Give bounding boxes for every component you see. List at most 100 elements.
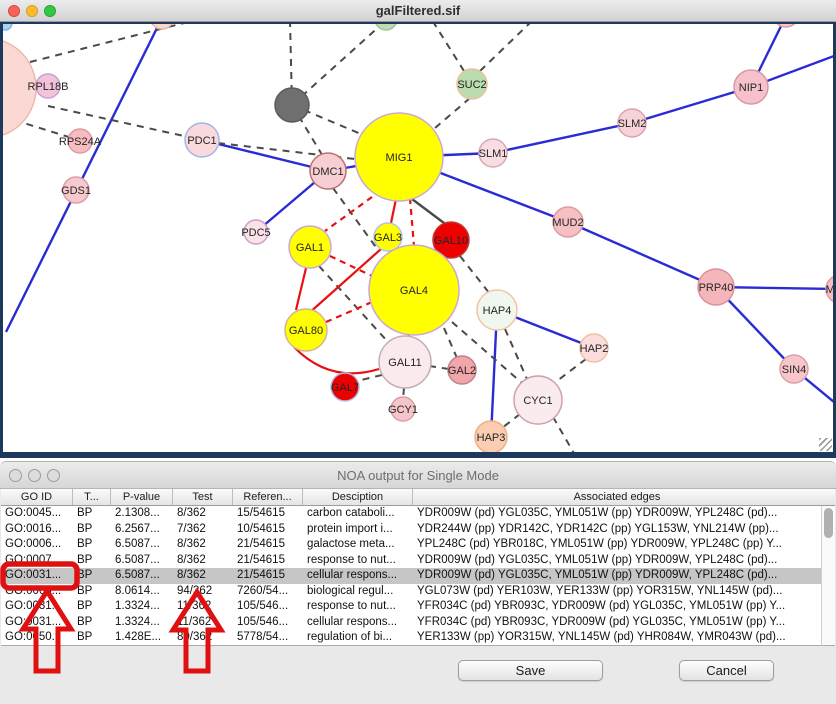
table-row[interactable]: GO:0065...BP8.0614...94/3627260/54...bio… [1, 584, 821, 600]
network-edge [480, 24, 533, 71]
network-node[interactable] [150, 24, 174, 29]
cell-description: cellular respons... [303, 615, 413, 631]
column-header-test[interactable]: Test [173, 489, 233, 505]
node-label: DMC1 [312, 166, 343, 178]
network-node[interactable] [375, 24, 397, 30]
cell-reference: 21/54615 [233, 537, 303, 553]
node-label: MIG1 [386, 152, 413, 164]
cell-test: 8/362 [173, 506, 233, 522]
cell-reference: 10/54615 [233, 522, 303, 538]
cell-description: response to nut... [303, 599, 413, 615]
scrollbar-thumb[interactable] [824, 508, 833, 538]
window-title: galFiltered.sif [0, 3, 836, 18]
node-label: GAL2 [448, 365, 476, 377]
cell-type: BP [73, 522, 111, 538]
network-edge [292, 24, 382, 105]
noa-window-title: NOA output for Single Mode [0, 468, 836, 483]
node-label: MSL5 [826, 284, 833, 296]
network-canvas[interactable]: RPL18BRPS24AGDS1PDC1DMC1MIG1SUC2SLM1SLM2… [0, 22, 836, 458]
cell-reference: 105/546... [233, 599, 303, 615]
network-edge [218, 143, 372, 161]
column-header-p_value[interactable]: P-value [111, 489, 173, 505]
table-header[interactable]: GO IDT...P-valueTestReferen...Desciption… [1, 489, 835, 506]
node-label: PDC5 [241, 227, 270, 239]
network-edge [330, 256, 372, 276]
network-node[interactable] [275, 88, 309, 122]
cell-test: 80/362 [173, 630, 233, 646]
cell-edges: YER133W (pp) YOR315W, YNL145W (pd) YHR08… [413, 630, 821, 646]
network-edge [30, 24, 196, 62]
node-label: CYC1 [523, 395, 552, 407]
network-edge [493, 123, 632, 153]
cell-go_id: GO:0045... [1, 506, 73, 522]
cell-reference: 21/54615 [233, 553, 303, 569]
cell-description: galactose meta... [303, 537, 413, 553]
network-edge [357, 375, 382, 381]
network-edge [326, 302, 372, 322]
table-row[interactable]: GO:0016...BP6.2567...7/36210/54615protei… [1, 522, 821, 538]
cell-edges: YDR009W (pd) YGL035C, YML051W (pp) YDR00… [413, 506, 821, 522]
network-edge [391, 199, 396, 223]
cell-go_id: GO:0031... [1, 599, 73, 615]
cell-type: BP [73, 584, 111, 600]
cell-edges: YDR009W (pd) YGL035C, YML051W (pp) YDR00… [413, 553, 821, 569]
table-row[interactable]: GO:0045...BP2.1308...8/36215/54615carbon… [1, 506, 821, 522]
cell-type: BP [73, 599, 111, 615]
cell-type: BP [73, 553, 111, 569]
column-header-reference[interactable]: Referen... [233, 489, 303, 505]
network-node[interactable] [3, 24, 12, 30]
cell-p_value: 6.2567... [111, 522, 173, 538]
cell-edges: YGL073W (pd) YER103W, YER133W (pp) YOR31… [413, 584, 821, 600]
cell-p_value: 1.3324... [111, 615, 173, 631]
cell-test: 7/362 [173, 522, 233, 538]
cell-edges: YDR009W (pd) YGL035C, YML051W (pp) YDR00… [413, 568, 821, 584]
network-edge [505, 329, 527, 379]
node-label: GAL11 [388, 357, 421, 369]
cell-go_id: GO:0007... [1, 553, 73, 569]
cell-edges: YFR034C (pd) YBR093C, YDR009W (pd) YGL03… [413, 599, 821, 615]
node-label: RPS24A [59, 136, 102, 148]
node-label: NIP1 [739, 82, 763, 94]
node-label: HAP2 [580, 343, 609, 355]
resize-handle-icon[interactable] [819, 438, 832, 451]
cell-type: BP [73, 630, 111, 646]
cell-type: BP [73, 568, 111, 584]
network-edge [432, 24, 464, 71]
table-row[interactable]: GO:0031...BP6.5087...8/36221/54615cellul… [1, 568, 821, 584]
cell-test: 8/362 [173, 553, 233, 569]
node-label: HAP3 [477, 432, 506, 444]
cell-test: 11/362 [173, 615, 233, 631]
node-label: GAL1 [296, 242, 324, 254]
node-label: SLM1 [479, 148, 508, 160]
column-header-description[interactable]: Desciption [303, 489, 413, 505]
cell-description: regulation of bi... [303, 630, 413, 646]
cell-description: protein import i... [303, 522, 413, 538]
column-header-type[interactable]: T... [73, 489, 111, 505]
network-node[interactable] [773, 24, 799, 27]
cell-edges: YPL248C (pd) YBR018C, YML051W (pp) YDR00… [413, 537, 821, 553]
table-row[interactable]: GO:0031...BP1.3324...11/362105/546...res… [1, 599, 821, 615]
cell-p_value: 6.5087... [111, 537, 173, 553]
table-row[interactable]: GO:0031...BP1.3324...11/362105/546...cel… [1, 615, 821, 631]
node-label: SIN4 [782, 364, 806, 376]
network-edge [553, 359, 586, 384]
cell-go_id: GO:0006... [1, 537, 73, 553]
cell-p_value: 8.0614... [111, 584, 173, 600]
network-edge [632, 87, 751, 123]
cell-go_id: GO:0016... [1, 522, 73, 538]
cancel-button[interactable]: Cancel [679, 660, 774, 681]
network-edge [408, 196, 448, 226]
table-row[interactable]: GO:0007...BP6.5087...8/36221/54615respon… [1, 553, 821, 569]
table-scrollbar[interactable] [821, 506, 835, 646]
network-edge [553, 417, 575, 452]
save-button[interactable]: Save [458, 660, 603, 681]
table-row[interactable]: GO:0050...BP1.428E...80/3625778/54...reg… [1, 630, 821, 646]
column-header-go_id[interactable]: GO ID [1, 489, 73, 505]
node-label: SUC2 [457, 79, 486, 91]
cell-p_value: 6.5087... [111, 553, 173, 569]
table-row[interactable]: GO:0006...BP6.5087...8/36221/54615galact… [1, 537, 821, 553]
column-header-edges[interactable]: Associated edges [413, 489, 821, 505]
cell-go_id: GO:0031... [1, 615, 73, 631]
cell-reference: 15/54615 [233, 506, 303, 522]
network-edge [296, 268, 306, 310]
